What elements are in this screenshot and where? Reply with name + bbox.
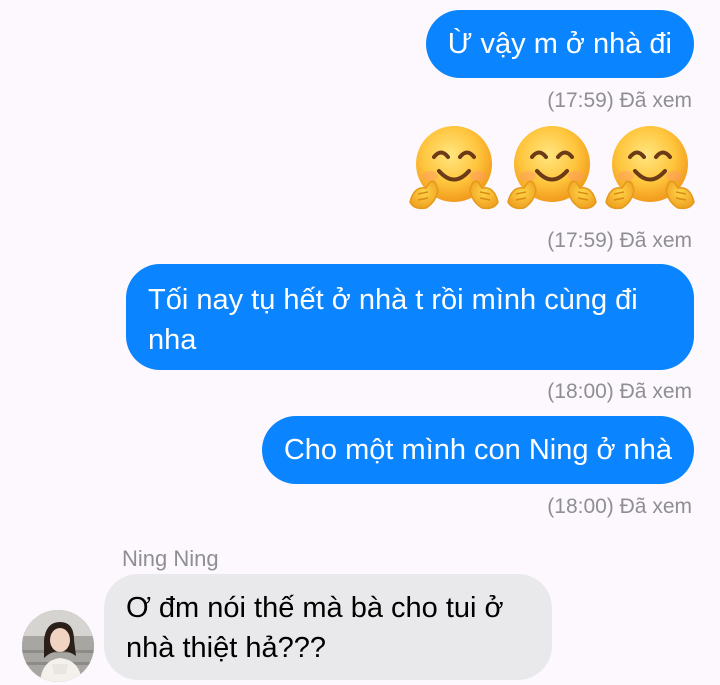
incoming-message-bubble[interactable]: Ơ đm nói thế mà bà cho tui ở nhà thiệt h… (104, 574, 552, 680)
hugging-face-emoji (504, 120, 600, 216)
avatar[interactable] (22, 610, 94, 682)
read-receipt: (17:59) Đã xem (547, 89, 692, 112)
hugging-face-emoji (406, 120, 502, 216)
sender-name: Ning Ning (122, 546, 219, 571)
read-receipt: (18:00) Đã xem (547, 380, 692, 403)
read-receipt: (17:59) Đã xem (547, 229, 692, 252)
message-text: Tối nay tụ hết ở nhà t rồi mình cùng đi … (148, 284, 638, 356)
outgoing-message-bubble[interactable]: Ừ vậy m ở nhà đi (425, 10, 694, 78)
message-text: Ơ đm nói thế mà bà cho tui ở nhà thiệt h… (126, 592, 504, 664)
avatar-photo (22, 610, 94, 682)
message-text: Cho một mình con Ning ở nhà (283, 434, 672, 466)
hugging-face-emoji (602, 120, 698, 216)
chat-thread[interactable]: Ừ vậy m ở nhà đi (17:59) Đã xem (17:59) … (0, 0, 720, 685)
read-receipt: (18:00) Đã xem (547, 495, 692, 518)
outgoing-message-bubble[interactable]: Cho một mình con Ning ở nhà (261, 416, 694, 484)
emoji-message[interactable] (406, 120, 698, 216)
outgoing-message-bubble[interactable]: Tối nay tụ hết ở nhà t rồi mình cùng đi … (126, 264, 694, 370)
message-text: Ừ vậy m ở nhà đi (447, 28, 672, 60)
